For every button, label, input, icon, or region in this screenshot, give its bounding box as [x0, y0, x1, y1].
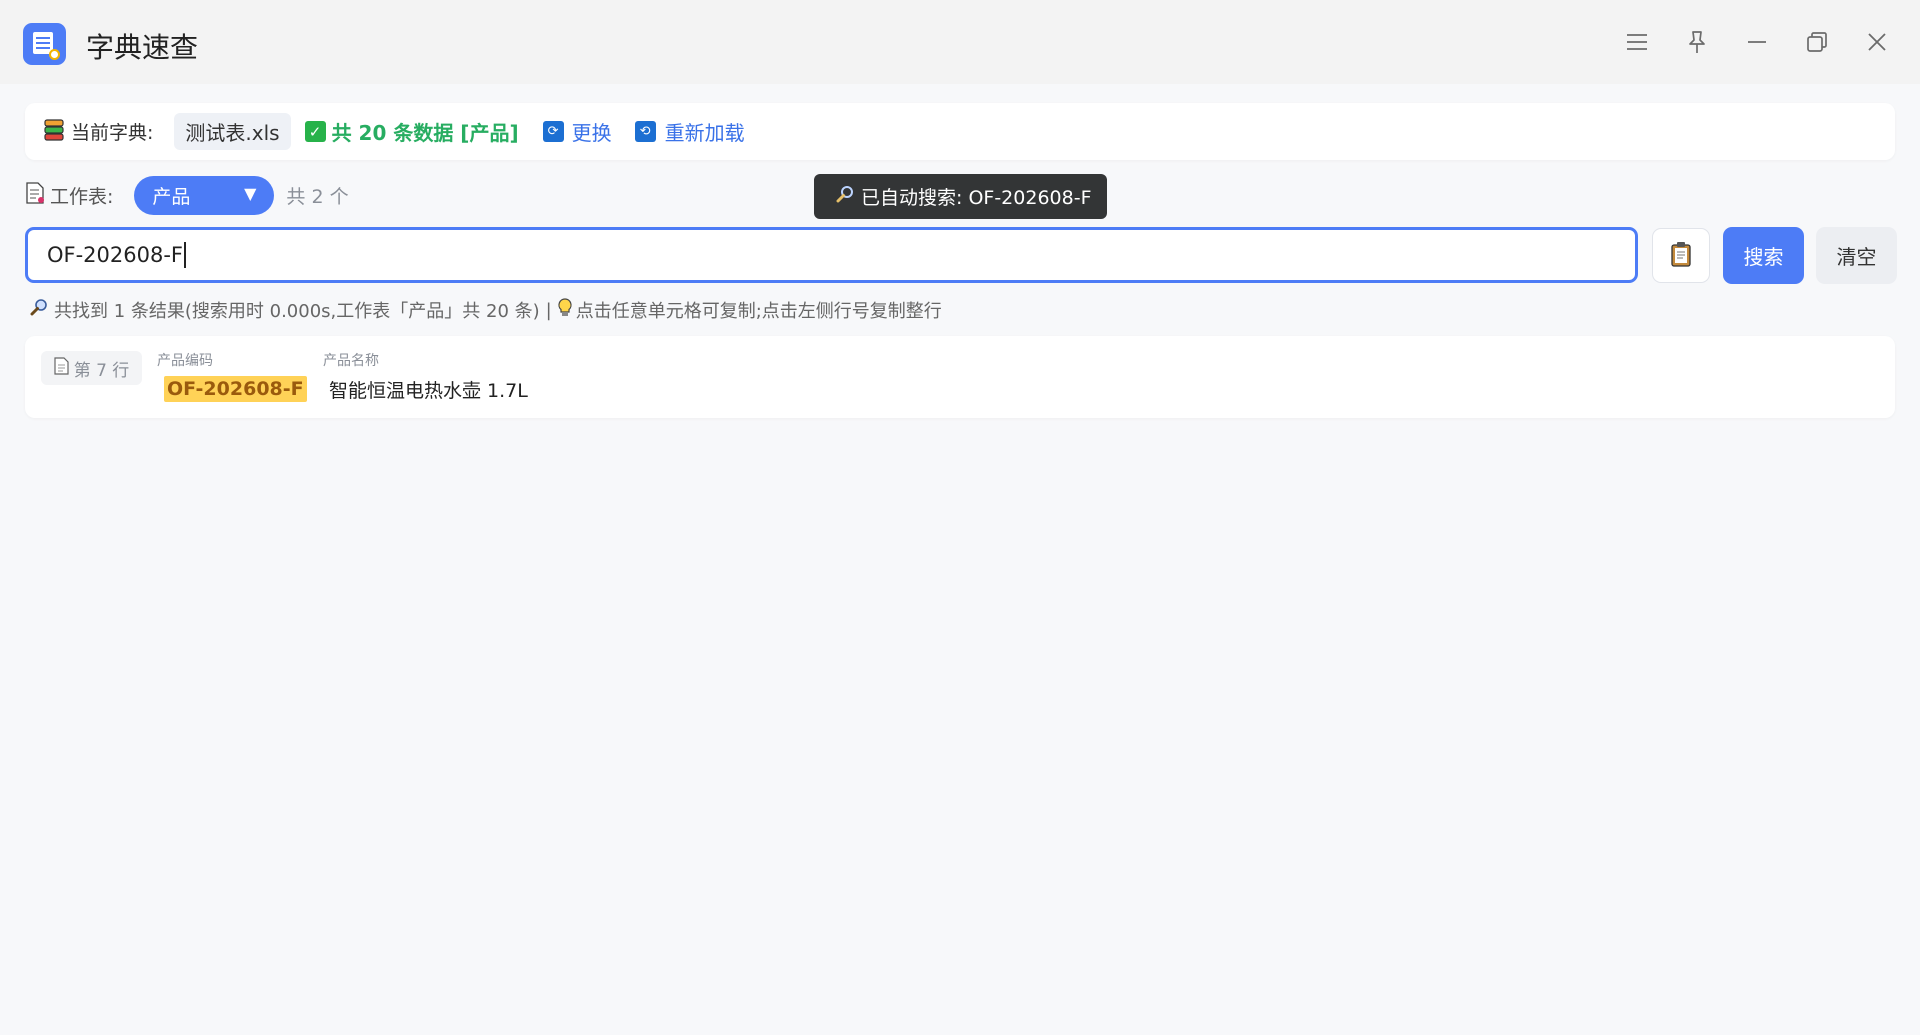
paste-button[interactable]	[1652, 228, 1710, 283]
chevron-down-icon: ▼	[244, 183, 257, 203]
app-window: 字典速查 当前字典: 测试表.xls ✓ 共 20 条数据 [产品] ⟳ 更换 …	[0, 0, 1920, 1035]
search-input-value: OF-202608-F	[47, 243, 184, 267]
sheet-count: 共 2 个	[286, 185, 349, 208]
database-icon	[44, 118, 64, 145]
restore-icon[interactable]	[1801, 26, 1833, 58]
magnifier-icon	[30, 298, 49, 322]
separator: |	[545, 299, 552, 321]
app-logo-icon	[23, 23, 66, 65]
app-title: 字典速查	[86, 31, 199, 64]
cell-product-code[interactable]: OF-202608-F	[164, 376, 307, 402]
result-summary: 共找到 1 条结果(搜索用时 0.000s,工作表「产品」共 20 条) | 点…	[30, 297, 942, 323]
menu-icon[interactable]	[1621, 26, 1653, 58]
sheet-select[interactable]: 产品 ▼	[134, 175, 275, 215]
record-count-status: 共 20 条数据 [产品]	[331, 121, 519, 145]
result-row-card: 第 7 行 产品编码 OF-202608-F 产品名称 智能恒温电热水壶 1.7…	[25, 336, 1895, 418]
auto-search-tooltip: 已自动搜索: OF-202608-F	[814, 174, 1107, 219]
reload-icon[interactable]: ⟲	[634, 121, 656, 142]
row-number-button[interactable]: 第 7 行	[41, 351, 142, 385]
dictionary-file-name: 测试表.xls	[174, 113, 291, 150]
check-icon: ✓	[304, 121, 326, 142]
lightbulb-icon	[558, 297, 572, 323]
refresh-icon[interactable]: ⟳	[542, 121, 564, 142]
sheet-icon	[25, 182, 45, 208]
minimize-icon[interactable]	[1741, 26, 1773, 58]
cell-product-name[interactable]: 智能恒温电热水壶 1.7L	[329, 376, 528, 402]
copy-hint-text: 点击任意单元格可复制;点击左侧行号复制整行	[575, 301, 942, 322]
search-input[interactable]: OF-202608-F	[25, 227, 1638, 283]
search-button[interactable]: 搜索	[1723, 227, 1804, 284]
search-icon	[836, 185, 855, 209]
title-bar: 字典速查	[0, 0, 1920, 84]
dictionary-bar: 当前字典: 测试表.xls ✓ 共 20 条数据 [产品] ⟳ 更换 ⟲ 重新加…	[25, 103, 1895, 160]
close-icon[interactable]	[1861, 26, 1893, 58]
tooltip-text: 已自动搜索: OF-202608-F	[861, 187, 1092, 209]
clipboard-icon	[1670, 241, 1692, 271]
sheet-row: 工作表: 产品 ▼ 共 2 个	[25, 175, 349, 215]
sheet-label: 工作表:	[50, 185, 114, 208]
change-dictionary-link[interactable]: 更换	[572, 117, 612, 146]
sheet-selected-value: 产品	[152, 185, 191, 208]
result-summary-text: 共找到 1 条结果(搜索用时 0.000s,工作表「产品」共 20 条)	[54, 301, 540, 322]
pin-icon[interactable]	[1681, 26, 1713, 58]
column-header-code: 产品编码	[157, 353, 213, 369]
clear-button[interactable]: 清空	[1816, 227, 1897, 284]
document-icon	[54, 356, 69, 380]
text-cursor	[184, 242, 187, 268]
dictionary-label: 当前字典:	[71, 122, 154, 144]
column-header-name: 产品名称	[323, 353, 379, 369]
row-number-label: 第 7 行	[73, 360, 130, 381]
reload-dictionary-link[interactable]: 重新加载	[665, 117, 745, 146]
